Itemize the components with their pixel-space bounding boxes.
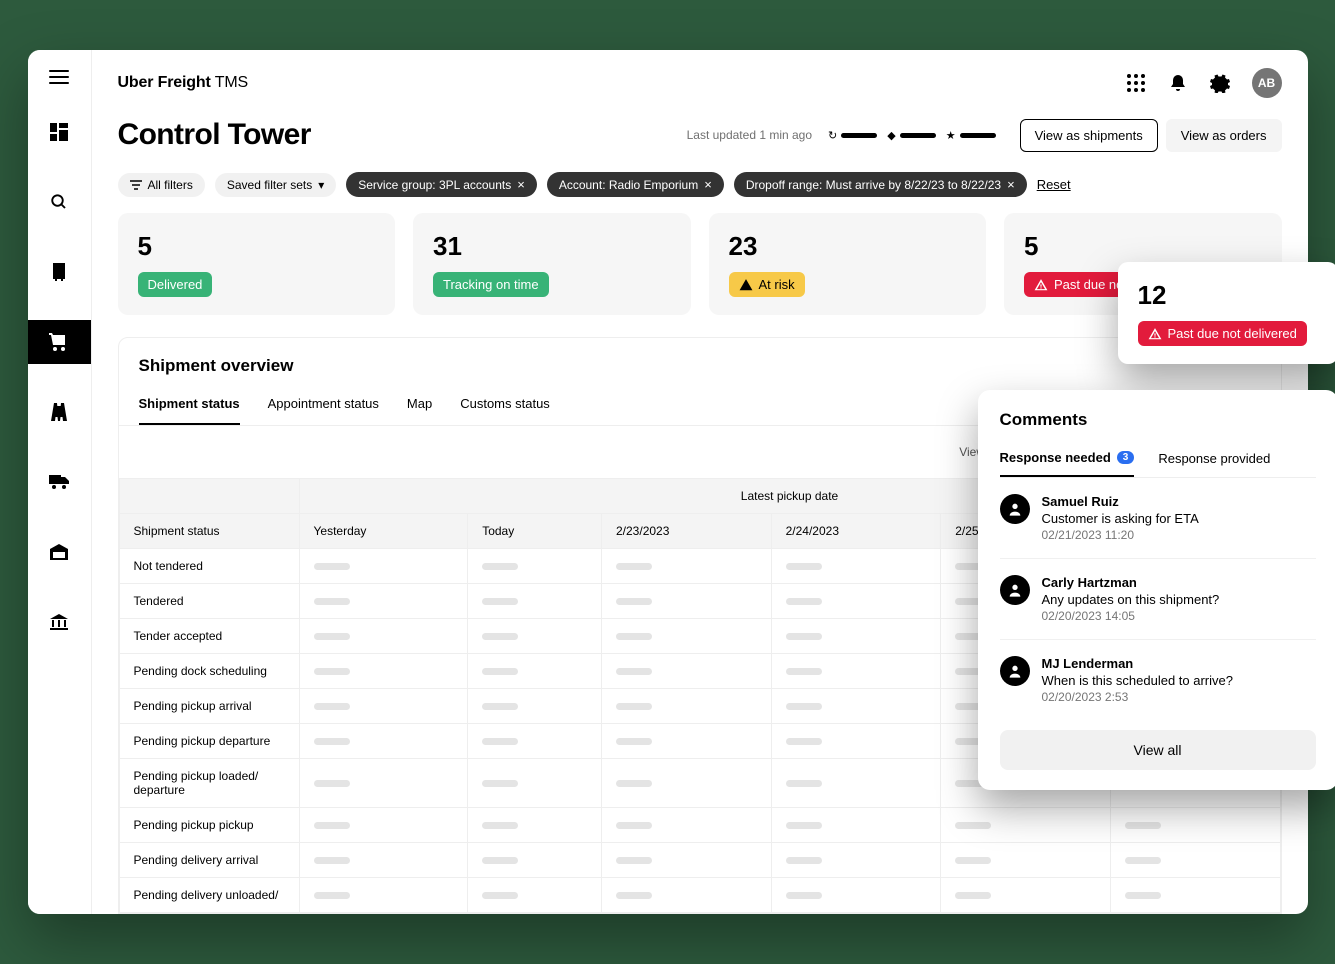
dashboard-icon[interactable] bbox=[28, 110, 92, 154]
filter-chip[interactable]: Service group: 3PL accounts× bbox=[346, 172, 537, 197]
truck-icon[interactable] bbox=[28, 460, 92, 504]
comments-title: Comments bbox=[1000, 410, 1316, 430]
table-row-status: Tender accepted bbox=[119, 619, 299, 654]
tab-response-provided[interactable]: Response provided bbox=[1158, 440, 1270, 477]
search-icon[interactable] bbox=[28, 180, 92, 224]
table-row-status: Not tendered bbox=[119, 549, 299, 584]
table-row-status: Pending delivery unloaded/ bbox=[119, 878, 299, 913]
table-row-status: Pending pickup loaded/ departure bbox=[119, 759, 299, 808]
table-row-status: Pending pickup pickup bbox=[119, 808, 299, 843]
bank-icon[interactable] bbox=[28, 600, 92, 644]
close-icon[interactable]: × bbox=[1007, 177, 1015, 192]
tab-map[interactable]: Map bbox=[407, 384, 432, 425]
reset-link[interactable]: Reset bbox=[1037, 177, 1071, 192]
tab-customs-status[interactable]: Customs status bbox=[460, 384, 550, 425]
last-updated: Last updated 1 min ago bbox=[687, 128, 812, 142]
stat-card[interactable]: 5 Delivered bbox=[118, 213, 396, 315]
stat-card[interactable]: 31 Tracking on time bbox=[413, 213, 691, 315]
comment-date: 02/21/2023 11:20 bbox=[1042, 528, 1199, 542]
comment-item[interactable]: Samuel Ruiz Customer is asking for ETA 0… bbox=[1000, 478, 1316, 559]
filter-chip[interactable]: Dropoff range: Must arrive by 8/22/23 to… bbox=[734, 172, 1027, 197]
mini-stats: ↻ ◆ ★ bbox=[828, 129, 996, 142]
close-icon[interactable]: × bbox=[704, 177, 712, 192]
comments-panel: Comments Response needed 3 Response prov… bbox=[978, 390, 1335, 790]
comment-author: Samuel Ruiz bbox=[1042, 494, 1199, 509]
sidebar bbox=[28, 50, 92, 914]
comment-date: 02/20/2023 2:53 bbox=[1042, 690, 1233, 704]
close-icon[interactable]: × bbox=[517, 177, 525, 192]
comment-item[interactable]: Carly Hartzman Any updates on this shipm… bbox=[1000, 559, 1316, 640]
filter-chip[interactable]: Account: Radio Emporium× bbox=[547, 172, 724, 197]
all-filters-chip[interactable]: All filters bbox=[118, 173, 205, 197]
stat-card[interactable]: 23 At risk bbox=[709, 213, 987, 315]
table-row-status: Pending delivery arrival bbox=[119, 843, 299, 878]
stat-value: 23 bbox=[729, 231, 967, 262]
comment-text: When is this scheduled to arrive? bbox=[1042, 673, 1233, 688]
comment-item[interactable]: MJ Lenderman When is this scheduled to a… bbox=[1000, 640, 1316, 720]
warehouse-icon[interactable] bbox=[28, 530, 92, 574]
person-icon bbox=[1000, 575, 1030, 605]
table-row-status: Pending pickup departure bbox=[119, 724, 299, 759]
comment-author: Carly Hartzman bbox=[1042, 575, 1220, 590]
page-title: Control Tower bbox=[118, 118, 311, 152]
notification-badge: 3 bbox=[1117, 451, 1135, 464]
tab-response-needed[interactable]: Response needed 3 bbox=[1000, 440, 1135, 477]
container-icon[interactable] bbox=[28, 250, 92, 294]
apps-icon[interactable] bbox=[1126, 73, 1146, 93]
avatar[interactable]: AB bbox=[1252, 68, 1282, 98]
brand: Uber FreightTMS bbox=[118, 74, 249, 92]
saved-filter-sets-chip[interactable]: Saved filter sets▾ bbox=[215, 173, 336, 197]
bell-icon[interactable] bbox=[1168, 73, 1188, 93]
person-icon bbox=[1000, 656, 1030, 686]
table-row-status: Tendered bbox=[119, 584, 299, 619]
stat-value: 12 bbox=[1138, 280, 1318, 311]
gear-icon[interactable] bbox=[1210, 73, 1230, 93]
table-row-status: Pending dock scheduling bbox=[119, 654, 299, 689]
status-badge: Delivered bbox=[138, 272, 213, 297]
status-badge: Tracking on time bbox=[433, 272, 549, 297]
view-as-shipments-button[interactable]: View as shipments bbox=[1020, 119, 1158, 152]
stat-value: 5 bbox=[1024, 231, 1262, 262]
filters-row: All filters Saved filter sets▾ Service g… bbox=[92, 166, 1308, 213]
view-as-orders-button[interactable]: View as orders bbox=[1166, 119, 1282, 152]
road-icon[interactable] bbox=[28, 390, 92, 434]
tab-appointment-status[interactable]: Appointment status bbox=[268, 384, 379, 425]
table-row-status: Pending pickup arrival bbox=[119, 689, 299, 724]
stat-card-floating[interactable]: 12 Past due not delivered bbox=[1118, 262, 1335, 364]
cart-icon[interactable] bbox=[28, 320, 92, 364]
comment-author: MJ Lenderman bbox=[1042, 656, 1233, 671]
comment-text: Customer is asking for ETA bbox=[1042, 511, 1199, 526]
comment-date: 02/20/2023 14:05 bbox=[1042, 609, 1220, 623]
view-all-button[interactable]: View all bbox=[1000, 730, 1316, 770]
status-badge: At risk bbox=[729, 272, 805, 297]
comment-text: Any updates on this shipment? bbox=[1042, 592, 1220, 607]
overview-title: Shipment overview bbox=[119, 338, 1281, 384]
tab-shipment-status[interactable]: Shipment status bbox=[139, 384, 240, 425]
person-icon bbox=[1000, 494, 1030, 524]
menu-icon[interactable] bbox=[49, 70, 69, 84]
status-badge: Past due not delivered bbox=[1138, 321, 1307, 346]
stat-value: 31 bbox=[433, 231, 671, 262]
stat-value: 5 bbox=[138, 231, 376, 262]
